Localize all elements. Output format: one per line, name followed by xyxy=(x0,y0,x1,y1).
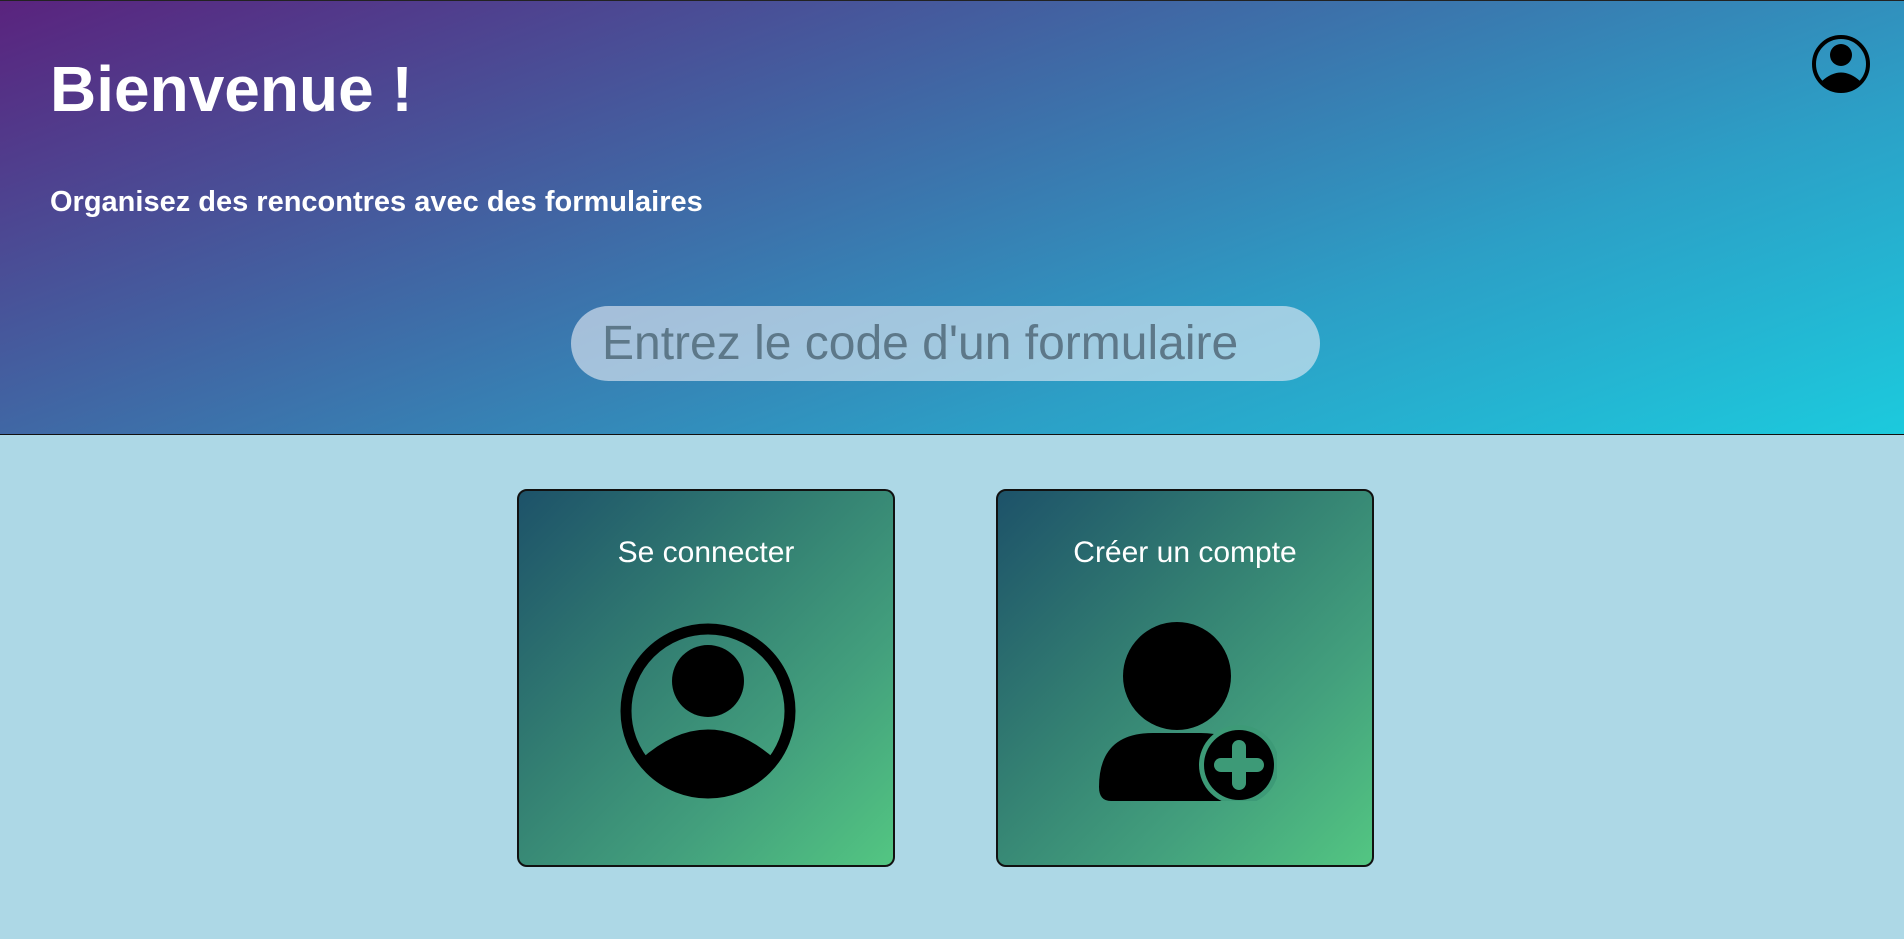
signup-card[interactable]: Créer un compte xyxy=(996,489,1374,867)
account-icon[interactable] xyxy=(1811,34,1871,94)
user-circle-icon xyxy=(620,623,796,799)
page-subtitle: Organisez des rencontres avec des formul… xyxy=(50,186,703,218)
page-title: Bienvenue ! xyxy=(50,53,413,125)
header-banner: Bienvenue ! Organisez des rencontres ave… xyxy=(0,0,1904,435)
form-code-input[interactable] xyxy=(571,306,1320,381)
login-card[interactable]: Se connecter xyxy=(517,489,895,867)
login-label: Se connecter xyxy=(617,536,795,569)
signup-label: Créer un compte xyxy=(1073,536,1297,569)
user-plus-icon xyxy=(1099,622,1277,801)
